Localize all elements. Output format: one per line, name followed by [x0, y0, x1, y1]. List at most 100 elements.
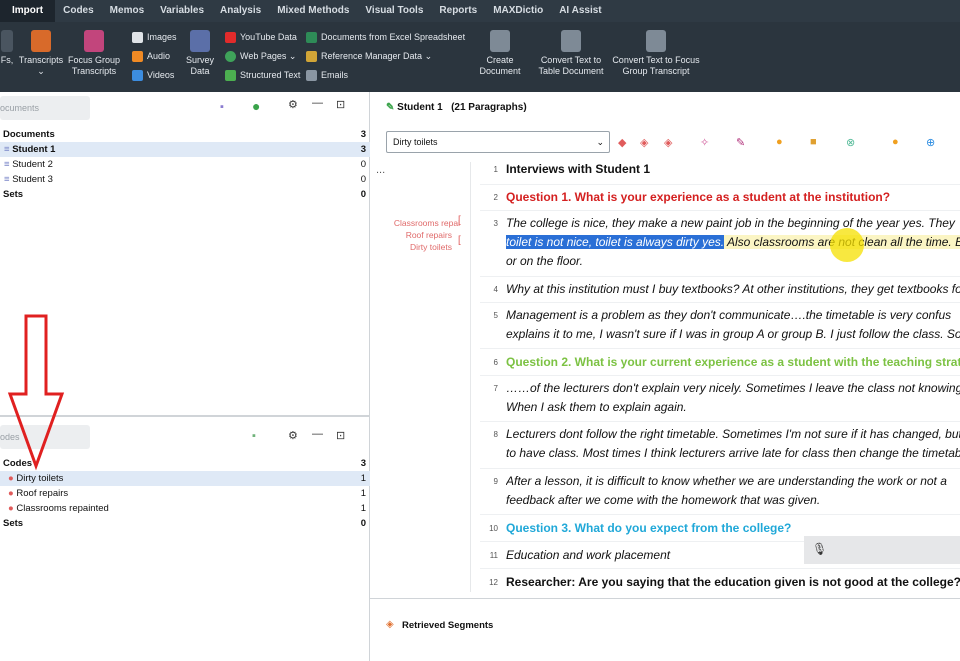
pdfs-label: Fs, [0, 55, 14, 65]
more-icon[interactable]: ... [376, 164, 385, 176]
document-sets[interactable]: Sets 0 [0, 187, 370, 202]
menu-memos[interactable]: Memos [102, 0, 152, 22]
highlighter-icon[interactable]: ✎ [736, 136, 745, 149]
menu-mixed-methods[interactable]: Mixed Methods [269, 0, 357, 22]
cursor-highlight [830, 228, 864, 262]
add-circle-icon[interactable]: ⊕ [926, 136, 935, 149]
chevron-down-icon: ⌄ [286, 50, 297, 61]
paragraph-separator [480, 568, 960, 569]
codes-count: 3 [360, 458, 366, 469]
documents-root[interactable]: Documents 3 [0, 127, 370, 142]
retrieved-segments-panel: ◈ Retrieved Segments [370, 598, 960, 661]
menu-visual-tools[interactable]: Visual Tools [357, 0, 431, 22]
dictation-bar[interactable]: 🎙 [804, 536, 960, 564]
gear-icon[interactable]: ⚙ [288, 98, 298, 111]
link-icon[interactable]: ⊗ [846, 136, 855, 149]
excel-docs-button[interactable]: Documents from Excel Spreadsheet [306, 28, 465, 46]
videos-button[interactable]: Videos [132, 66, 174, 84]
paragraph-text: feedback after we come with the homework… [506, 493, 821, 507]
menu-import[interactable]: Import [0, 0, 56, 22]
expand-icon[interactable]: ⊡ [336, 429, 345, 442]
new-code-icon[interactable]: ▪ [252, 430, 256, 442]
menu-analysis[interactable]: Analysis [212, 0, 269, 22]
menu-ai-assist[interactable]: AI Assist [551, 0, 609, 22]
code-count: 1 [360, 503, 366, 514]
globe-icon [225, 50, 236, 62]
paragraph-separator [480, 421, 960, 422]
menu-bar: Import Codes Memos Variables Analysis Mi… [0, 0, 960, 22]
structured-text-button[interactable]: Structured Text [225, 66, 300, 84]
menu-variables[interactable]: Variables [152, 0, 212, 22]
webpages-button[interactable]: Web Pages ⌄ [225, 47, 296, 65]
smiley-icon[interactable]: ● [776, 136, 783, 148]
emoticode-icon[interactable]: ✧ [700, 136, 709, 149]
code-label: Roof repairs [16, 488, 69, 499]
microphone-icon[interactable]: 🎙 [812, 542, 827, 556]
focus-group-button[interactable]: Focus Group Transcripts [66, 30, 122, 77]
convert-table-button[interactable]: Convert Text to Table Document [536, 30, 606, 77]
minimize-icon[interactable]: — [312, 428, 323, 440]
document-item[interactable]: ≡ Student 3 0 [0, 172, 370, 187]
code-dot-icon: ● [8, 503, 14, 514]
reference-icon [306, 50, 317, 62]
code-icon[interactable]: ◆ [618, 136, 626, 149]
document-item[interactable]: ≡ Student 2 0 [0, 157, 370, 172]
audio-label: Audio [147, 51, 171, 61]
images-button[interactable]: Images [132, 28, 177, 46]
code-label-classrooms[interactable]: Classrooms repai [370, 218, 460, 228]
code-sets[interactable]: Sets 0 [0, 516, 370, 531]
document-icon: ≡ [4, 159, 10, 170]
minimize-icon[interactable]: — [312, 97, 323, 109]
doc-sets-label: Sets [3, 189, 24, 200]
menu-maxdictio[interactable]: MAXDictio [485, 0, 551, 22]
document-item[interactable]: ≡ Student 1 3 [0, 142, 370, 157]
survey-icon [190, 30, 210, 52]
paragraph-number: 6 [493, 358, 498, 367]
code-label-dirty[interactable]: Dirty toilets [370, 242, 452, 252]
document-browser-title: ✎ Student 1 (21 Paragraphs) [386, 102, 527, 113]
refman-button[interactable]: Reference Manager Data ⌄ [306, 47, 432, 65]
new-document-icon[interactable]: ▪ [220, 101, 224, 113]
youtube-icon [225, 31, 236, 43]
survey-data-button[interactable]: Survey Data [184, 30, 216, 77]
audio-button[interactable]: Audio [132, 47, 170, 65]
create-document-icon [490, 30, 510, 52]
code-add-icon[interactable]: ◈ [640, 136, 648, 149]
convert-table-label-1: Convert Text to [540, 55, 602, 65]
comment-icon[interactable]: ● [892, 136, 899, 148]
paragraph-number: 12 [489, 578, 498, 587]
menu-reports[interactable]: Reports [431, 0, 485, 22]
convert-focus-button[interactable]: Convert Text to Focus Group Transcript [610, 30, 702, 77]
document-search-input[interactable]: ocuments [0, 96, 90, 120]
document-label: Student 2 [12, 159, 53, 170]
code-label-roof[interactable]: Roof repairs [370, 230, 452, 240]
code-item[interactable]: ● Classrooms repainted 1 [0, 501, 370, 516]
gear-icon[interactable]: ⚙ [288, 429, 298, 442]
document-text-area[interactable]: ... Classrooms repai Roof repairs Dirty … [370, 162, 960, 592]
create-document-button[interactable]: Create Document [474, 30, 526, 77]
emails-button[interactable]: Emails [306, 66, 348, 84]
red-arrow-annotation [7, 314, 65, 471]
survey-label-2: Data [190, 66, 210, 76]
convert-focus-label-2: Group Transcript [622, 66, 690, 76]
pdfs-button[interactable]: Fs, [0, 30, 14, 66]
paragraph-text: The college is nice, they make a new pai… [506, 216, 955, 230]
code-item[interactable]: ● Roof repairs 1 [0, 486, 370, 501]
transcripts-button[interactable]: Transcripts ⌄ [18, 30, 64, 77]
expand-icon[interactable]: ⊡ [336, 98, 345, 111]
pdf-icon [1, 30, 13, 52]
code-remove-icon[interactable]: ◈ [664, 136, 672, 149]
transcripts-label: Transcripts [18, 55, 64, 65]
document-count: 0 [360, 159, 366, 170]
refman-label: Reference Manager Data [321, 51, 423, 61]
convert-focus-icon [646, 30, 666, 52]
focus-group-label-1: Focus Group [67, 55, 121, 65]
survey-label-1: Survey [185, 55, 214, 65]
memo-icon[interactable]: ■ [810, 136, 817, 148]
code-sets-count: 0 [360, 518, 366, 529]
selected-text[interactable]: toilet is not nice, toilet is always dir… [506, 235, 725, 249]
add-icon[interactable]: ● [252, 98, 260, 114]
youtube-button[interactable]: YouTube Data [225, 28, 297, 46]
menu-codes[interactable]: Codes [55, 0, 102, 22]
code-dropdown[interactable]: Dirty toilets ⌄ [386, 131, 610, 153]
